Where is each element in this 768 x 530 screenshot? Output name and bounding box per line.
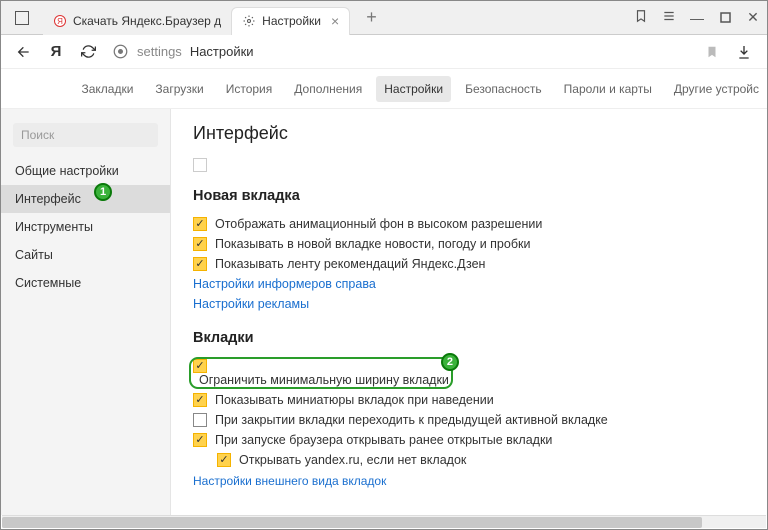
nav-downloads[interactable]: Загрузки — [147, 76, 211, 102]
nav-security[interactable]: Безопасность — [457, 76, 550, 102]
nav-addons[interactable]: Дополнения — [286, 76, 370, 102]
main-panel: Интерфейс Новая вкладка ✓ Отображать аним… — [171, 109, 767, 515]
option-row-highlighted: ✓ Ограничить минимальную ширину вкладки … — [193, 356, 745, 390]
section-tabs-title: Вкладки — [193, 330, 745, 346]
address-title: Настройки — [190, 44, 254, 59]
sidebar-item-interface[interactable]: Интерфейс 1 — [1, 185, 170, 213]
nav-passwords[interactable]: Пароли и карты — [556, 76, 660, 102]
tab-label: Скачать Яндекс.Браузер д — [73, 14, 221, 28]
settings-nav: Закладки Загрузки История Дополнения Нас… — [1, 69, 767, 109]
yandex-home-icon[interactable]: Я — [47, 43, 65, 61]
yandex-favicon-icon: Я — [53, 14, 67, 28]
checkbox[interactable]: ✓ — [193, 433, 207, 447]
minimize-button[interactable]: — — [683, 10, 711, 26]
option-row-indent: ✓ Открывать yandex.ru, если нет вкладок — [217, 450, 745, 470]
link-ads[interactable]: Настройки рекламы — [193, 294, 745, 314]
back-button[interactable] — [15, 43, 33, 61]
option-row: ✓ При закрытии вкладки переходить к преды… — [193, 410, 745, 430]
option-label: Открывать yandex.ru, если нет вкладок — [239, 453, 466, 467]
checkbox-icon — [193, 158, 207, 172]
bookmark-icon[interactable] — [703, 43, 721, 61]
new-tab-button[interactable]: + — [360, 7, 383, 28]
option-label: Отображать анимационный фон в высоком ра… — [215, 217, 542, 231]
nav-devices[interactable]: Другие устройс — [666, 76, 767, 102]
checkbox[interactable]: ✓ — [193, 413, 207, 427]
menu-icon[interactable] — [655, 9, 683, 26]
option-label: Показывать миниатюры вкладок при наведен… — [215, 393, 494, 407]
close-window-button[interactable]: ✕ — [739, 9, 767, 26]
option-label: Ограничить минимальную ширину вкладки — [199, 373, 449, 387]
checkbox[interactable]: ✓ — [193, 359, 207, 373]
address-url: settings — [137, 44, 182, 59]
annotation-badge-1: 1 — [94, 183, 112, 201]
sidebar-item-sites[interactable]: Сайты — [1, 241, 170, 269]
content: Поиск Общие настройки Интерфейс 1 Инстру… — [1, 109, 767, 515]
titlebar: Я Скачать Яндекс.Браузер д Настройки × +… — [1, 1, 767, 35]
nav-history[interactable]: История — [218, 76, 281, 102]
sidebar: Поиск Общие настройки Интерфейс 1 Инстру… — [1, 109, 171, 515]
sidebar-item-tools[interactable]: Инструменты — [1, 213, 170, 241]
site-info-icon[interactable] — [111, 43, 129, 61]
tab-label: Настройки — [262, 14, 321, 28]
panel-toggle-icon[interactable] — [15, 11, 29, 25]
option-row: ✓ Показывать миниатюры вкладок при наведе… — [193, 390, 745, 410]
bookmark-flag-icon[interactable] — [627, 9, 655, 26]
reload-button[interactable] — [79, 43, 97, 61]
address-bar[interactable]: settings Настройки — [111, 43, 689, 61]
toolbar: Я settings Настройки — [1, 35, 767, 69]
download-icon[interactable] — [735, 43, 753, 61]
checkbox[interactable]: ✓ — [193, 217, 207, 231]
sidebar-item-system[interactable]: Системные — [1, 269, 170, 297]
gear-favicon-icon — [242, 14, 256, 28]
annotation-badge-2: 2 — [441, 353, 459, 371]
option-label: При запуске браузера открывать ранее отк… — [215, 433, 552, 447]
sidebar-item-general[interactable]: Общие настройки — [1, 157, 170, 185]
cutoff-top-row — [193, 158, 745, 172]
option-label: При закрытии вкладки переходить к предыд… — [215, 413, 608, 427]
nav-settings[interactable]: Настройки — [376, 76, 451, 102]
checkbox[interactable]: ✓ — [193, 257, 207, 271]
option-label: Показывать в новой вкладке новости, пого… — [215, 237, 530, 251]
option-row: ✓ Показывать ленту рекомендаций Яндекс.Дз… — [193, 254, 745, 274]
option-label: Показывать ленту рекомендаций Яндекс.Дзе… — [215, 257, 485, 271]
close-tab-icon[interactable]: × — [331, 13, 339, 29]
option-row: ✓ Отображать анимационный фон в высоком р… — [193, 214, 745, 234]
checkbox[interactable]: ✓ — [193, 393, 207, 407]
horizontal-scrollbar[interactable] — [2, 515, 766, 528]
page-title: Интерфейс — [193, 123, 745, 144]
cutoff-link[interactable]: Настройки внешнего вида вкладок — [193, 470, 745, 488]
svg-text:Я: Я — [57, 17, 63, 26]
option-row: ✓ Показывать в новой вкладке новости, пог… — [193, 234, 745, 254]
sidebar-item-label: Интерфейс — [15, 192, 81, 206]
option-row: ✓ При запуске браузера открывать ранее от… — [193, 430, 745, 450]
tab-inactive[interactable]: Я Скачать Яндекс.Браузер д — [43, 7, 231, 35]
link-informers[interactable]: Настройки информеров справа — [193, 274, 745, 294]
tab-active[interactable]: Настройки × — [231, 7, 350, 35]
scrollbar-thumb[interactable] — [2, 517, 702, 528]
section-newtab-title: Новая вкладка — [193, 188, 745, 204]
maximize-button[interactable] — [711, 10, 739, 26]
nav-bookmarks[interactable]: Закладки — [73, 76, 141, 102]
checkbox[interactable]: ✓ — [217, 453, 231, 467]
sidebar-search[interactable]: Поиск — [13, 123, 158, 147]
checkbox[interactable]: ✓ — [193, 237, 207, 251]
